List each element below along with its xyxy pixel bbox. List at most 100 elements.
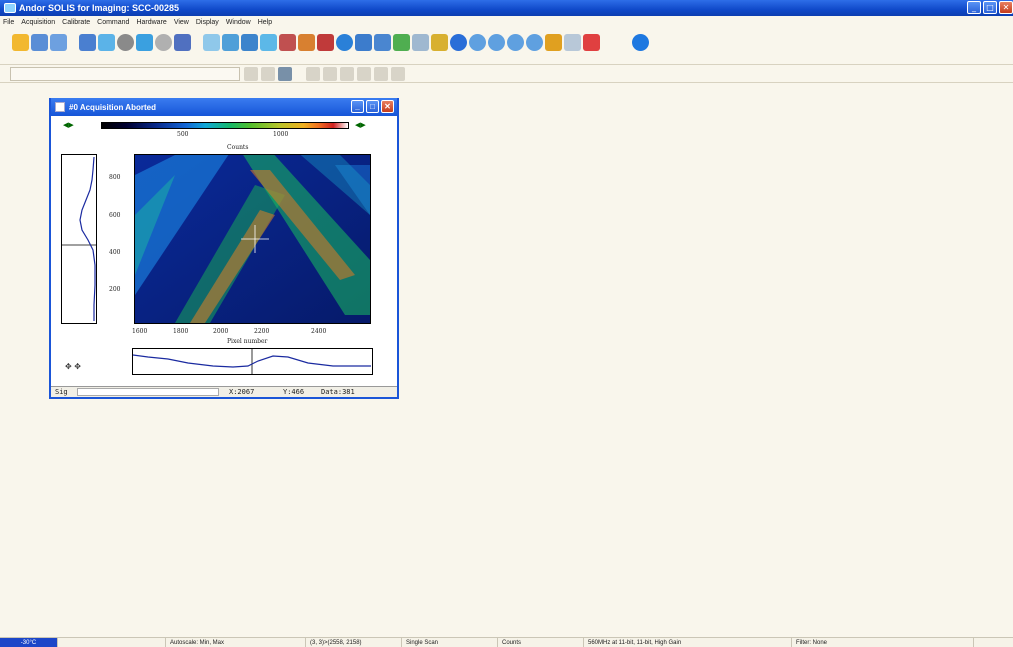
refresh-icon[interactable]	[450, 33, 467, 51]
colorbar-left-arrows-icon[interactable]: ◀▶	[63, 121, 74, 129]
export-icon[interactable]	[545, 33, 562, 51]
palette-icon[interactable]	[431, 33, 448, 51]
menu-acquisition[interactable]: Acquisition	[21, 19, 55, 26]
help-icon[interactable]	[632, 33, 649, 51]
play-icon[interactable]	[469, 33, 486, 51]
data-combo-box[interactable]	[10, 67, 240, 81]
status-progress-box	[77, 388, 219, 396]
step-icon[interactable]	[507, 33, 524, 51]
abort-icon[interactable]	[117, 33, 134, 51]
horizontal-profile-plot	[132, 348, 373, 375]
bar-chart-icon[interactable]	[583, 33, 600, 51]
x-tick-2000: 2000	[213, 328, 229, 335]
acquisition-mode-status: Single Scan	[402, 637, 498, 647]
units-status: Counts	[498, 637, 584, 647]
x-tick-2200: 2200	[254, 328, 270, 335]
histogram-icon[interactable]	[298, 33, 315, 51]
view-icon[interactable]	[244, 67, 258, 81]
colorbar-tick-500: 500	[177, 131, 189, 138]
save-icon[interactable]	[50, 33, 67, 51]
app-window: Andor SOLIS for Imaging: SCC-00285 _ □ ✕…	[0, 0, 1013, 647]
x-tick-1600: 1600	[132, 328, 148, 335]
find-icon[interactable]	[374, 67, 388, 81]
run-icon[interactable]	[336, 33, 353, 51]
menu-command[interactable]: Command	[97, 19, 129, 26]
child-close-button[interactable]: ✕	[381, 100, 394, 113]
x-axis-label: Pixel number	[227, 338, 268, 345]
dial-icon[interactable]	[155, 33, 172, 51]
child-minimize-button[interactable]: _	[351, 100, 364, 113]
heatmap-title: Counts	[227, 144, 249, 151]
image-heatmap[interactable]	[134, 154, 371, 324]
display-icon[interactable]	[412, 33, 429, 51]
info-icon[interactable]	[241, 33, 258, 51]
3d-plot-icon[interactable]	[393, 33, 410, 51]
temperature-status: -30°C	[0, 637, 58, 647]
menu-display[interactable]: Display	[196, 19, 219, 26]
zoom-icon[interactable]	[261, 67, 275, 81]
y-tick-200: 200	[109, 286, 121, 293]
scan-icon[interactable]	[136, 33, 153, 51]
acquisition-window-titlebar[interactable]: #0 Acquisition Aborted _ □ ✕	[51, 98, 397, 116]
image-icon[interactable]	[98, 33, 115, 51]
camera-icon[interactable]	[279, 33, 296, 51]
minimize-button[interactable]: _	[967, 1, 981, 14]
title-bar[interactable]: Andor SOLIS for Imaging: SCC-00285 _ □ ✕	[0, 0, 1013, 16]
signal-tab[interactable]: Sig	[55, 388, 68, 396]
cursor-x-readout: X:2067	[229, 388, 255, 396]
pause-icon[interactable]	[488, 33, 505, 51]
menu-window[interactable]: Window	[226, 19, 251, 26]
stop-icon[interactable]	[317, 33, 334, 51]
autoscale-status: Autoscale: Min, Max	[166, 637, 306, 647]
filter-status: Filter: None	[792, 637, 974, 647]
document-icon	[55, 102, 65, 112]
menu-view[interactable]: View	[174, 19, 189, 26]
loop-icon[interactable]	[526, 33, 543, 51]
email-icon[interactable]	[564, 33, 581, 51]
region-status: (3, 3)>(2558, 2158)	[306, 637, 402, 647]
colorbar-right-arrows-icon[interactable]: ◀▶	[355, 121, 366, 129]
y-tick-600: 600	[109, 212, 121, 219]
move-icon[interactable]: ✥ ✥	[65, 362, 81, 371]
acquisition-status-bar: Sig X:2067 Y:466 Data:381	[51, 386, 397, 397]
colorbar[interactable]	[101, 122, 349, 129]
acquire-icon[interactable]	[278, 67, 292, 81]
y-tick-400: 400	[109, 249, 121, 256]
x-tick-1800: 1800	[173, 328, 189, 335]
app-icon	[4, 3, 16, 13]
video-icon[interactable]	[174, 33, 191, 51]
chart-icon[interactable]	[374, 33, 391, 51]
kinetic-icon[interactable]	[260, 33, 277, 51]
grid-icon[interactable]	[222, 33, 239, 51]
paste-icon[interactable]	[340, 67, 354, 81]
print-icon[interactable]	[31, 33, 48, 51]
menu-file[interactable]: File	[3, 19, 14, 26]
menu-help[interactable]: Help	[258, 19, 272, 26]
colorbar-tick-1000: 1000	[273, 131, 289, 138]
delete-icon[interactable]	[357, 67, 371, 81]
x-tick-2400: 2400	[311, 328, 327, 335]
menu-calibrate[interactable]: Calibrate	[62, 19, 90, 26]
cursor-data-readout: Data:381	[321, 388, 355, 396]
app-title: Andor SOLIS for Imaging: SCC-00285	[19, 3, 180, 13]
maximize-button[interactable]: □	[983, 1, 997, 14]
acquisition-window-title: #0 Acquisition Aborted	[69, 102, 156, 112]
open-folder-icon[interactable]	[12, 33, 29, 51]
menu-hardware[interactable]: Hardware	[136, 19, 166, 26]
find-next-icon[interactable]	[391, 67, 405, 81]
status-empty-cell	[58, 637, 166, 647]
readout-status: 560MHz at 11-bit, 11-bit, High Gain	[584, 637, 792, 647]
vertical-profile-plot	[61, 154, 97, 324]
child-maximize-button[interactable]: □	[366, 100, 379, 113]
roi-icon[interactable]	[203, 33, 220, 51]
copy-icon[interactable]	[323, 67, 337, 81]
setup-acquisition-icon[interactable]	[79, 33, 96, 51]
status-bar: -30°C Autoscale: Min, Max (3, 3)>(2558, …	[0, 637, 1013, 647]
menu-bar: File Acquisition Calibrate Command Hardw…	[0, 17, 1013, 28]
close-button[interactable]: ✕	[999, 1, 1013, 14]
acquisition-window: #0 Acquisition Aborted _ □ ✕ ◀▶ ◀▶ 500 1…	[49, 98, 399, 399]
cut-icon[interactable]	[306, 67, 320, 81]
main-toolbar	[0, 28, 1013, 56]
cursor-y-readout: Y:466	[283, 388, 305, 396]
graph-icon[interactable]	[355, 33, 372, 51]
